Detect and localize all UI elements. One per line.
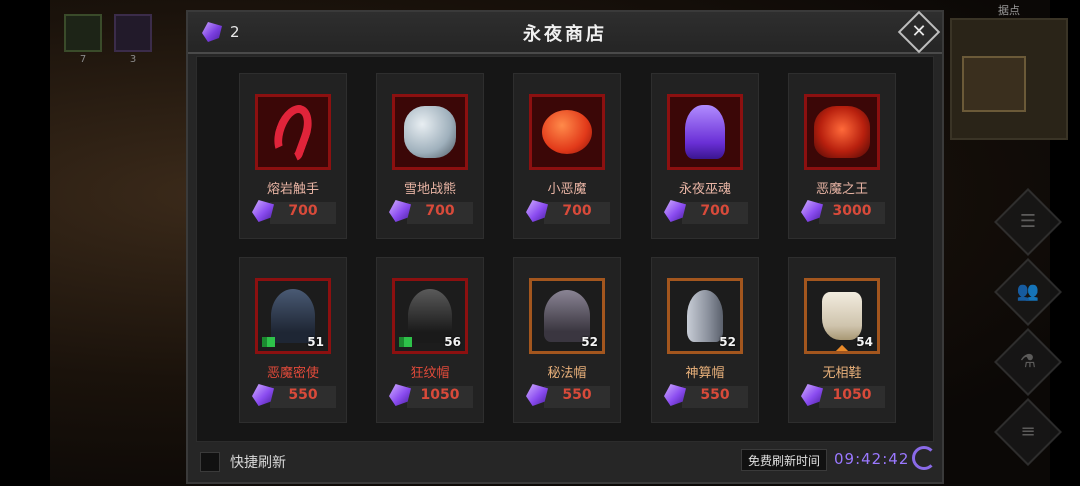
book-icon — [399, 337, 412, 347]
item-price: 550 — [700, 387, 730, 403]
item-name: 秘法帽 — [547, 366, 587, 381]
item-level: 54 — [856, 335, 873, 349]
item-art-icon — [814, 106, 870, 158]
item-name: 熔岩触手 — [266, 182, 319, 197]
item-icon-frame: 54 — [804, 278, 880, 354]
shop-header: 2 永夜商店 ✕ — [188, 10, 942, 54]
item-price: 3000 — [832, 203, 872, 219]
item-price: 1050 — [832, 387, 872, 403]
shop-title: 永夜商店 — [523, 24, 607, 45]
skill-slot-2-count: 3 — [129, 54, 137, 65]
free-refresh-label: 免费刷新时间 — [741, 449, 828, 471]
refresh-timer: 09:42:42 — [834, 450, 910, 468]
minimap[interactable] — [950, 18, 1068, 140]
refresh-icon[interactable] — [912, 446, 936, 470]
item-price: 550 — [562, 387, 592, 403]
skill-slot-1[interactable] — [64, 14, 102, 52]
scroll-icon: ☰ — [1019, 211, 1037, 232]
item-icon-frame — [255, 94, 331, 170]
item-icon-frame — [529, 94, 605, 170]
close-button[interactable]: ✕ — [897, 10, 941, 54]
item-price: 700 — [700, 203, 730, 219]
item-level: 51 — [307, 335, 324, 349]
item-art-icon — [404, 106, 456, 158]
item-icon-frame: 52 — [529, 278, 605, 354]
item-name: 永夜巫魂 — [678, 182, 731, 197]
item-level: 52 — [581, 335, 598, 349]
item-art-icon — [822, 292, 862, 340]
quick-refresh-checkbox[interactable] — [200, 452, 220, 472]
shop-item-card[interactable]: 小恶魔 700 — [513, 73, 621, 239]
screen-edge-left — [0, 0, 50, 486]
shop-item-card[interactable]: 51 恶魔密使 550 — [239, 257, 347, 423]
item-icon-frame: 56 — [392, 278, 468, 354]
item-price: 1050 — [420, 387, 460, 403]
item-art-icon — [687, 290, 723, 342]
item-icon-frame: 51 — [255, 278, 331, 354]
shop-item-grid: 熔岩触手 700 雪地战熊 700 小恶魔 700 永夜巫魂 700 恶魔之王 3000 51 恶魔密… — [196, 56, 934, 442]
item-price: 700 — [288, 203, 318, 219]
shop-item-card[interactable]: 熔岩触手 700 — [239, 73, 347, 239]
shop-item-card[interactable]: 56 狂纹帽 1050 — [376, 257, 484, 423]
item-name: 小恶魔 — [547, 182, 587, 197]
close-icon: ✕ — [911, 21, 927, 42]
shop-item-card[interactable]: 54 无相鞋 1050 — [788, 257, 896, 423]
item-icon-frame — [667, 94, 743, 170]
shop-panel: 2 永夜商店 ✕ 熔岩触手 700 雪地战熊 700 小恶魔 700 永夜巫魂 700 恶魔之王… — [186, 10, 944, 484]
item-art-icon — [685, 105, 725, 159]
item-name: 无相鞋 — [822, 366, 862, 381]
quick-refresh-label: 快捷刷新 — [230, 455, 286, 471]
item-price: 700 — [562, 203, 592, 219]
list-icon: ≡ — [1020, 421, 1036, 442]
people-icon: 👥 — [1016, 281, 1040, 302]
item-art-icon — [267, 99, 319, 165]
shop-item-card[interactable]: 雪地战熊 700 — [376, 73, 484, 239]
minimap-label: 据点 — [998, 4, 1020, 17]
potion-icon: ⚗ — [1019, 351, 1037, 372]
skill-slot-2[interactable] — [114, 14, 152, 52]
minimap-room — [962, 56, 1026, 112]
item-name: 神算帽 — [685, 366, 725, 381]
shop-item-card[interactable]: 52 秘法帽 550 — [513, 257, 621, 423]
shop-item-card[interactable]: 永夜巫魂 700 — [651, 73, 759, 239]
item-price: 700 — [425, 203, 455, 219]
item-price: 550 — [288, 387, 318, 403]
book-icon — [262, 337, 275, 347]
skill-slot-1-count: 7 — [79, 54, 87, 65]
item-name: 恶魔密使 — [266, 366, 319, 381]
shop-item-card[interactable]: 52 神算帽 550 — [651, 257, 759, 423]
item-name: 恶魔之王 — [815, 182, 868, 197]
item-name: 雪地战熊 — [403, 182, 456, 197]
item-level: 56 — [444, 335, 461, 349]
item-icon-frame — [804, 94, 880, 170]
shop-item-card[interactable]: 恶魔之王 3000 — [788, 73, 896, 239]
quality-diamond-icon — [834, 344, 850, 351]
item-art-icon — [542, 110, 592, 154]
item-icon-frame — [392, 94, 468, 170]
item-name: 狂纹帽 — [410, 366, 450, 381]
item-icon-frame: 52 — [667, 278, 743, 354]
item-level: 52 — [719, 335, 736, 349]
